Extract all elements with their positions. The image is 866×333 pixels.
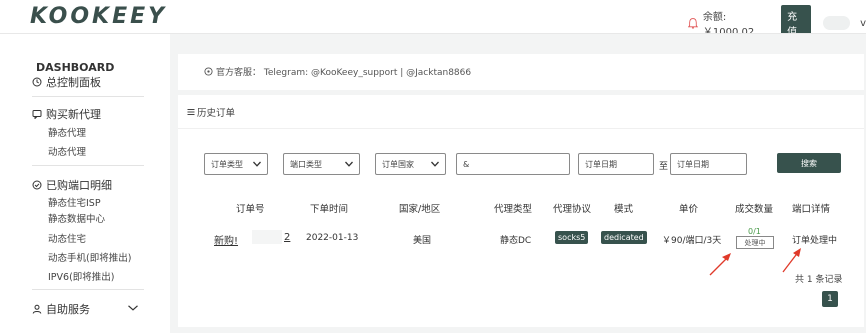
sidebar-section-owned[interactable]: 已购端口明细 [32,177,112,193]
order-number-suffix[interactable]: 2 [284,232,290,243]
order-country: 美国 [413,236,432,246]
processing-status-badge: 处理中 [736,236,774,249]
deal-count: 0/1 [748,227,761,236]
column-header-proxy-type: 代理类型 [494,204,533,215]
dashboard-title: DASHBOARD [36,61,115,74]
order-type-select[interactable]: 订单类型 [204,153,268,175]
sidebar-item-dynamic-residential[interactable]: 动态住宅 [48,231,86,245]
order-number-redacted [252,230,282,244]
order-type-value: 订单类型 [211,159,243,169]
chevron-down-icon [253,161,261,167]
support-text[interactable]: 官方客服： Telegram: @KooKeey_support | @Jack… [216,65,471,78]
order-time: 2022-01-13 [306,233,359,243]
support-info: 官方客服： Telegram: @KooKeey_support | @Jack… [204,65,471,78]
sidebar-divider [32,289,144,290]
list-icon [187,109,195,115]
bell-icon[interactable] [688,17,698,30]
sidebar-item-ipv6[interactable]: IPV6(即将推出) [48,269,115,283]
sidebar-section-buy[interactable]: 购买新代理 [32,106,101,122]
date-from-placeholder: 订单日期 [585,159,617,169]
sidebar-item-label: 已购端口明细 [46,179,112,192]
order-number-link[interactable]: 新购! [214,232,238,247]
sidebar-item-label: 总控制面板 [46,76,101,89]
card-divider [178,128,864,129]
brand-logo[interactable]: KOOKEEY [30,4,167,29]
column-header-price: 单价 [679,204,699,215]
top-bar: KOOKEEY 余额: ￥1000.02 充值 v [0,0,866,41]
port-detail-status[interactable]: 订单处理中 [792,233,837,246]
column-header-order-no: 订单号 [236,204,265,215]
user-menu[interactable]: v [860,18,866,29]
sidebar-section-self-service[interactable]: 自助服务 [32,301,90,317]
column-header-order-time: 下单时间 [310,204,349,215]
mode-badge: dedicated [601,231,647,244]
order-price: ￥90/端口/3天 [662,236,722,246]
page-button[interactable]: 1 [822,291,838,307]
history-title-text: 历史订单 [197,108,236,119]
sidebar-item-static-proxy[interactable]: 静态代理 [48,125,86,139]
chevron-down-icon[interactable] [128,305,138,311]
port-type-value: 端口类型 [290,159,322,169]
sidebar-item-dashboard[interactable]: 总控制面板 [32,74,101,90]
user-icon [32,304,42,314]
sidebar-item-static-dc[interactable]: 静态数据中心 [48,211,105,225]
red-arrow-icon [709,253,731,276]
date-from-input[interactable]: 订单日期 [578,153,654,175]
date-range-separator: 至 [659,162,669,172]
port-type-select[interactable]: 端口类型 [283,153,360,175]
order-history-card: 历史订单 订单类型 端口类型 订单国家 & 订单日期 至 订单日期 搜索 订单号… [178,95,864,327]
headset-icon [204,67,213,76]
total-records: 共 1 条记录 [795,275,843,285]
date-to-input[interactable]: 订单日期 [670,153,747,175]
search-input-value: & [463,159,470,169]
red-arrow-icon [782,248,801,273]
sidebar-item-label: 自助服务 [46,303,90,316]
search-button[interactable]: 搜索 [777,153,841,173]
sidebar-item-dynamic-mobile[interactable]: 动态手机(即将推出) [48,250,131,264]
country-select[interactable]: 订单国家 [375,153,446,175]
avatar[interactable] [823,16,851,30]
sidebar: DASHBOARD 总控制面板 购买新代理 静态代理 动态代理 已购端口明细 静… [0,34,170,333]
column-header-deal-count: 成交数量 [735,204,774,215]
column-header-port-detail: 端口详情 [792,204,831,215]
protocol-badge: socks5 [555,231,589,244]
column-header-protocol: 代理协议 [553,204,592,215]
sidebar-item-label: 购买新代理 [46,108,101,121]
country-value: 订单国家 [382,159,414,169]
sidebar-item-static-isp[interactable]: 静态住宅ISP [48,195,101,209]
history-title: 历史订单 [187,105,235,119]
chevron-down-icon [431,161,439,167]
sidebar-divider [32,165,144,166]
column-header-country: 国家/地区 [399,204,441,215]
date-to-placeholder: 订单日期 [677,159,709,169]
support-card: 官方客服： Telegram: @KooKeey_support | @Jack… [178,54,864,90]
clock-icon [32,77,42,87]
sidebar-item-dynamic-proxy[interactable]: 动态代理 [48,144,86,158]
sidebar-divider [32,96,144,97]
chevron-down-icon [345,161,353,167]
order-proxy-type: 静态DC [500,236,532,246]
chat-icon [32,110,42,119]
check-circle-icon [32,180,42,190]
search-input[interactable]: & [456,153,570,175]
column-header-mode: 模式 [614,204,634,215]
